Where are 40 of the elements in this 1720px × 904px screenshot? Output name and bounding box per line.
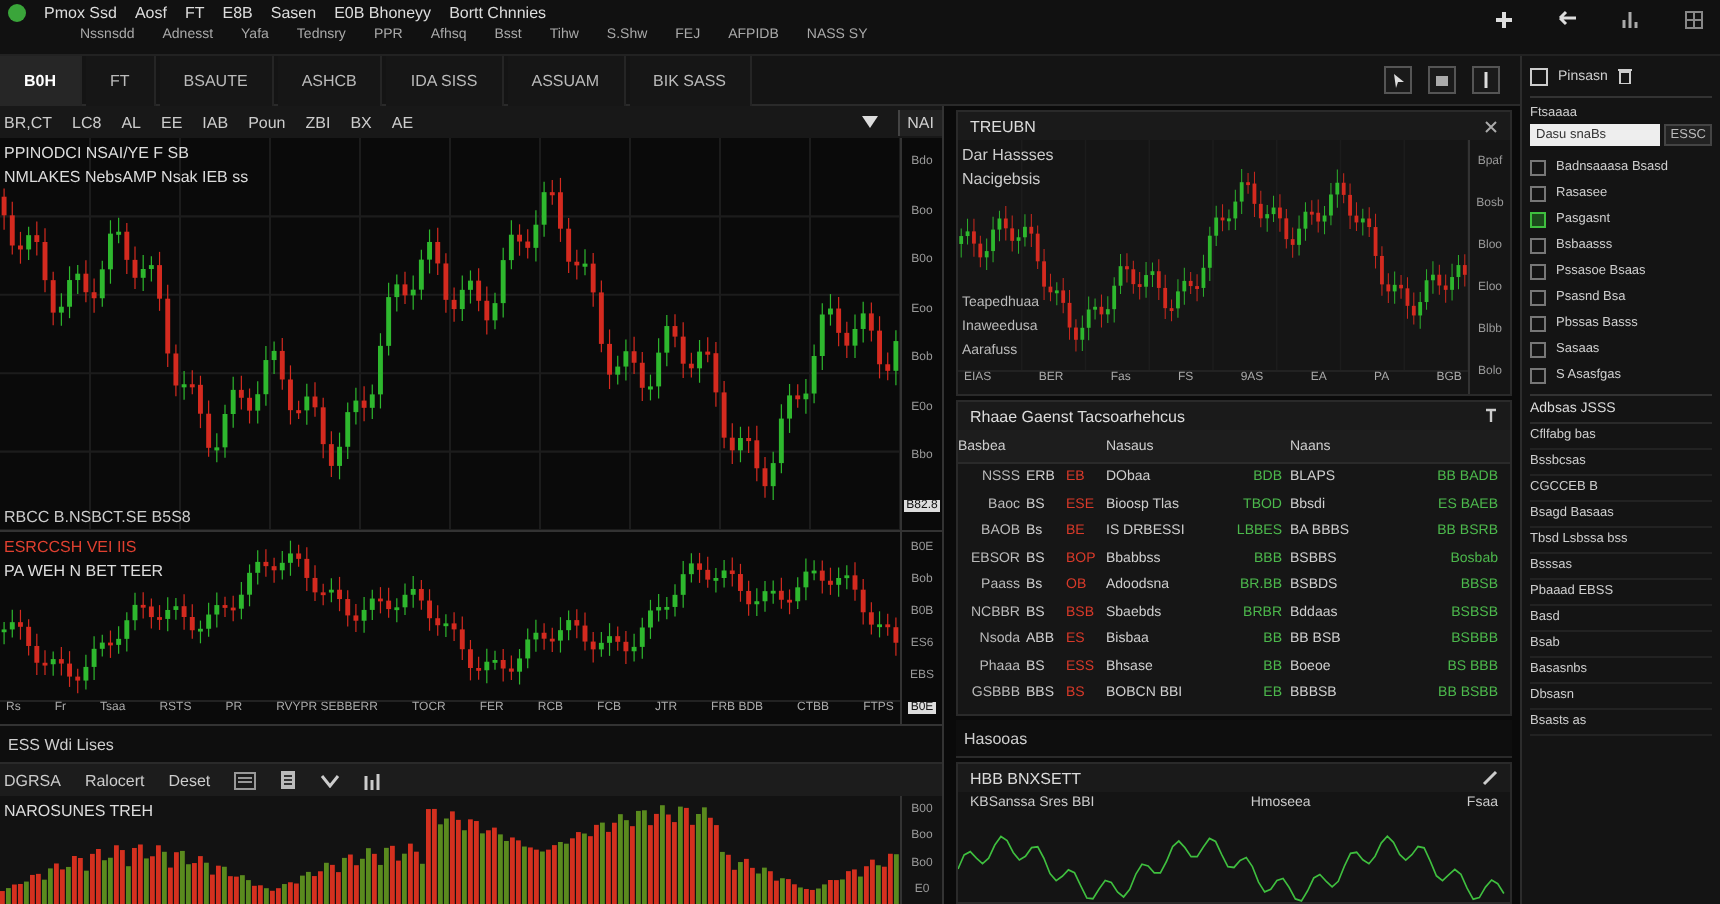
chart-tool[interactable]: ZBI [305,113,331,131]
chart-side-label[interactable]: NAI [897,109,942,135]
menu-item[interactable]: Pmox Ssd [44,4,117,22]
legend-text: NMLAKES NebsAMP Nsak IEB ss [4,168,249,186]
panel-title: TREUBN [970,117,1036,135]
tab[interactable]: B0H [0,55,83,105]
legend-text: Dar Hassses [962,146,1054,164]
tab[interactable]: BSAUTE [159,55,274,105]
tab[interactable]: FT [86,55,156,105]
legend-text: PA WEH N BET TEER [4,562,164,580]
panel-tab[interactable]: Deset [168,771,211,789]
tab[interactable]: IDA SISS [386,55,504,105]
legend-text: ESRCCSH VEI IIS [4,538,139,556]
panel-title: Rhaae Gaenst Tacsoarhehcus [970,407,1185,425]
panel-tab[interactable]: Ralocert [84,771,145,789]
chart-tool[interactable]: LC8 [72,113,102,131]
menu-item[interactable]: Aosf [134,4,167,22]
chart-title: NAROSUNES TREH [4,802,154,820]
status-text: Hasooas [964,729,1028,747]
menu-item[interactable]: Sasen [270,4,317,22]
panel-tab[interactable]: DGRSA [4,771,61,789]
list-row-text: ESS Wdi Lises [8,735,114,753]
menu-item[interactable]: E0B Bhoneyy [334,4,432,22]
tab[interactable]: ASHCB [277,55,383,105]
chart-tool[interactable]: Poun [248,113,286,131]
legend-text: PPINODCI NSAI/YE F SB [4,144,191,162]
menu-item[interactable]: E8B [222,4,253,22]
menu-item[interactable]: FT [184,4,205,22]
chart-tool[interactable]: BR,CT [4,113,52,131]
legend-text: Nacigebsis [962,170,1043,188]
chart-tool[interactable]: BX [350,113,372,131]
chart-tool[interactable]: IAB [202,113,229,131]
panel-title: HBB BNXSETT [970,769,1082,787]
chart-tool[interactable]: EE [160,113,183,131]
tab[interactable]: ASSUAM [507,55,626,105]
tab[interactable]: BIK SASS [629,55,752,105]
chart-footer-text: RBCC B.NSBCT.SE B5S8 [4,508,191,526]
chart-tool[interactable]: AE [391,113,414,131]
chart-tool[interactable]: AL [121,113,141,131]
menu-item[interactable]: Bortt Chnnies [449,4,547,22]
